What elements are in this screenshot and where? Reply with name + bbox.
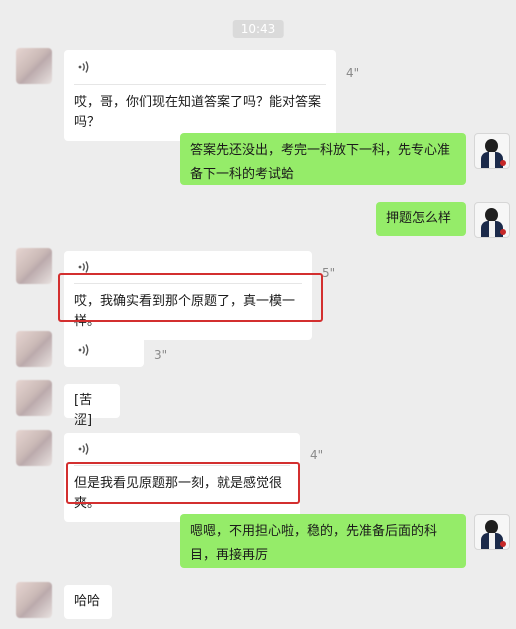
- received-message-bubble[interactable]: 哈哈: [64, 585, 112, 619]
- my-avatar[interactable]: [474, 514, 510, 550]
- contact-avatar[interactable]: [16, 582, 52, 618]
- my-avatar[interactable]: [474, 202, 510, 238]
- voice-message-bubble[interactable]: 哎，哥，你们现在知道答案了吗？能对答案吗？: [64, 50, 336, 141]
- sent-message-bubble[interactable]: 押题怎么样: [376, 202, 466, 236]
- highlight-box: [66, 462, 300, 504]
- voice-duration: 5": [322, 266, 336, 280]
- voice-duration: 4": [346, 66, 360, 80]
- voice-duration: 4": [310, 448, 324, 462]
- voice-wave-icon: [78, 443, 89, 455]
- sent-message-bubble[interactable]: 嗯嗯，不用担心啦，稳的，先准备后面的科目，再接再厉: [180, 514, 466, 568]
- voice-message-bubble[interactable]: [64, 333, 144, 367]
- contact-avatar[interactable]: [16, 48, 52, 84]
- voice-wave-icon: [78, 61, 89, 73]
- received-message-bubble[interactable]: [苦涩]: [64, 384, 120, 428]
- contact-avatar[interactable]: [16, 430, 52, 466]
- chat-timestamp: 10:43: [232, 20, 284, 38]
- voice-wave-icon: [78, 344, 89, 356]
- contact-avatar[interactable]: [16, 380, 52, 416]
- my-avatar[interactable]: [474, 133, 510, 169]
- highlight-box: [58, 273, 323, 322]
- contact-avatar[interactable]: [16, 331, 52, 367]
- sent-message-bubble[interactable]: 答案先还没出，考完一科放下一科，先专心准备下一科的考试蛤: [180, 133, 466, 185]
- contact-avatar[interactable]: [16, 248, 52, 284]
- voice-wave-icon: [78, 261, 89, 273]
- voice-duration: 3": [154, 348, 168, 362]
